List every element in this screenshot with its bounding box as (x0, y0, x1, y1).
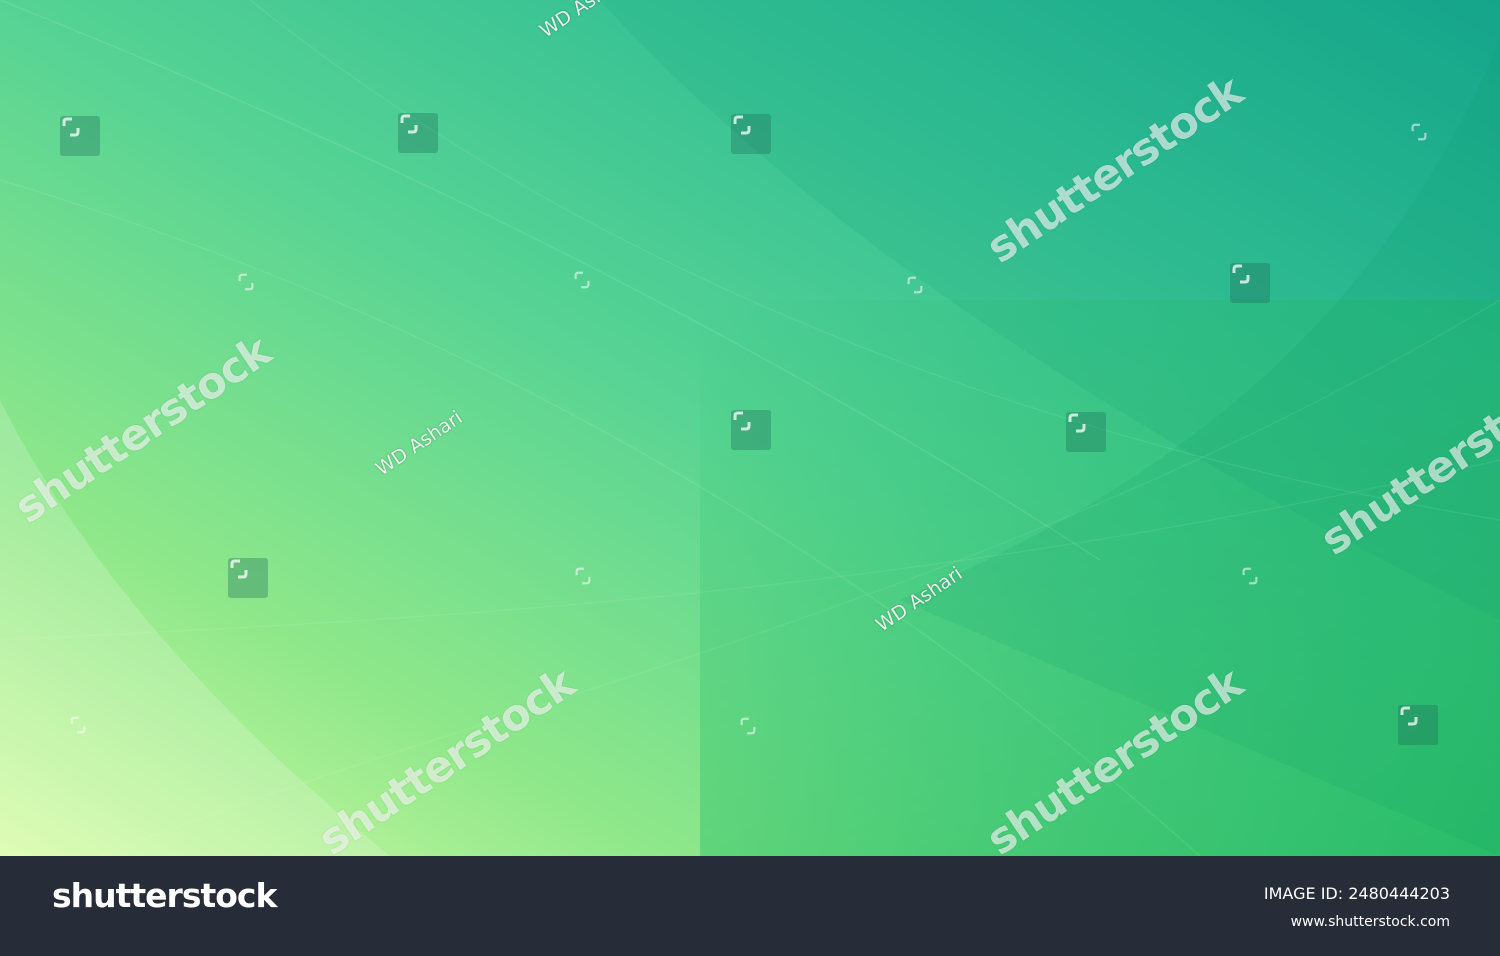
shutterstock-mark-icon (228, 558, 268, 598)
shutterstock-mark-icon (573, 566, 595, 588)
shutterstock-mark-icon (1240, 566, 1262, 588)
footer-logo: shutterstock (52, 876, 277, 915)
shutterstock-mark-icon (68, 715, 90, 737)
shutterstock-mark-icon (905, 275, 927, 297)
shutterstock-mark-icon (1409, 122, 1431, 144)
shutterstock-mark-icon (1066, 412, 1106, 452)
shutterstock-mark-icon (1230, 263, 1270, 303)
site-url: www.shutterstock.com (1290, 914, 1450, 930)
image-id: IMAGE ID: 2480444203 (1263, 884, 1450, 903)
shutterstock-mark-icon (731, 114, 771, 154)
shutterstock-mark-icon (236, 272, 258, 294)
shutterstock-mark-icon (731, 410, 771, 450)
shutterstock-mark-icon (738, 716, 760, 738)
shutterstock-mark-icon (1398, 705, 1438, 745)
shutterstock-mark-icon (60, 116, 100, 156)
shutterstock-mark-icon (398, 113, 438, 153)
shutterstock-mark-icon (572, 270, 594, 292)
stock-image: shutterstock shutterstock shutterstock s… (0, 0, 1500, 856)
